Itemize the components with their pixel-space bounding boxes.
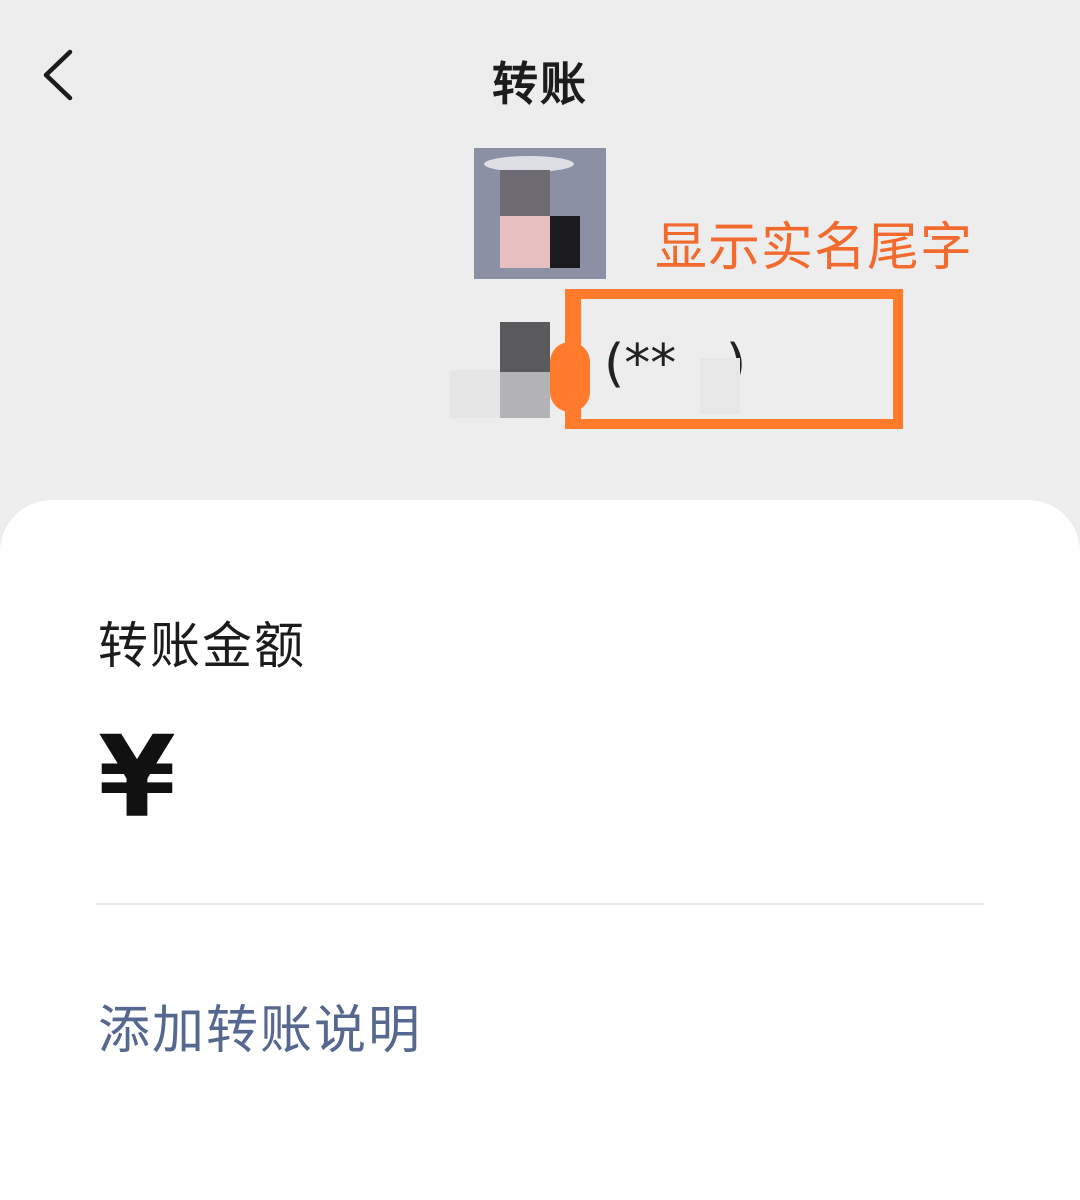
annotation-label: 显示实名尾字 bbox=[655, 218, 974, 278]
divider bbox=[96, 903, 984, 905]
annotation-highlight-box bbox=[565, 289, 903, 429]
amount-input[interactable] bbox=[200, 728, 984, 840]
recipient-avatar bbox=[474, 148, 606, 279]
add-transfer-note-link[interactable]: 添加转账说明 bbox=[98, 988, 422, 1063]
currency-symbol: ¥ bbox=[98, 713, 176, 843]
transfer-sheet: 转账金额 ¥ 添加转账说明 bbox=[0, 500, 1080, 1200]
top-bar: 转账 bbox=[0, 0, 1080, 150]
amount-label: 转账金额 bbox=[98, 617, 306, 675]
page-title: 转账 bbox=[492, 57, 588, 111]
